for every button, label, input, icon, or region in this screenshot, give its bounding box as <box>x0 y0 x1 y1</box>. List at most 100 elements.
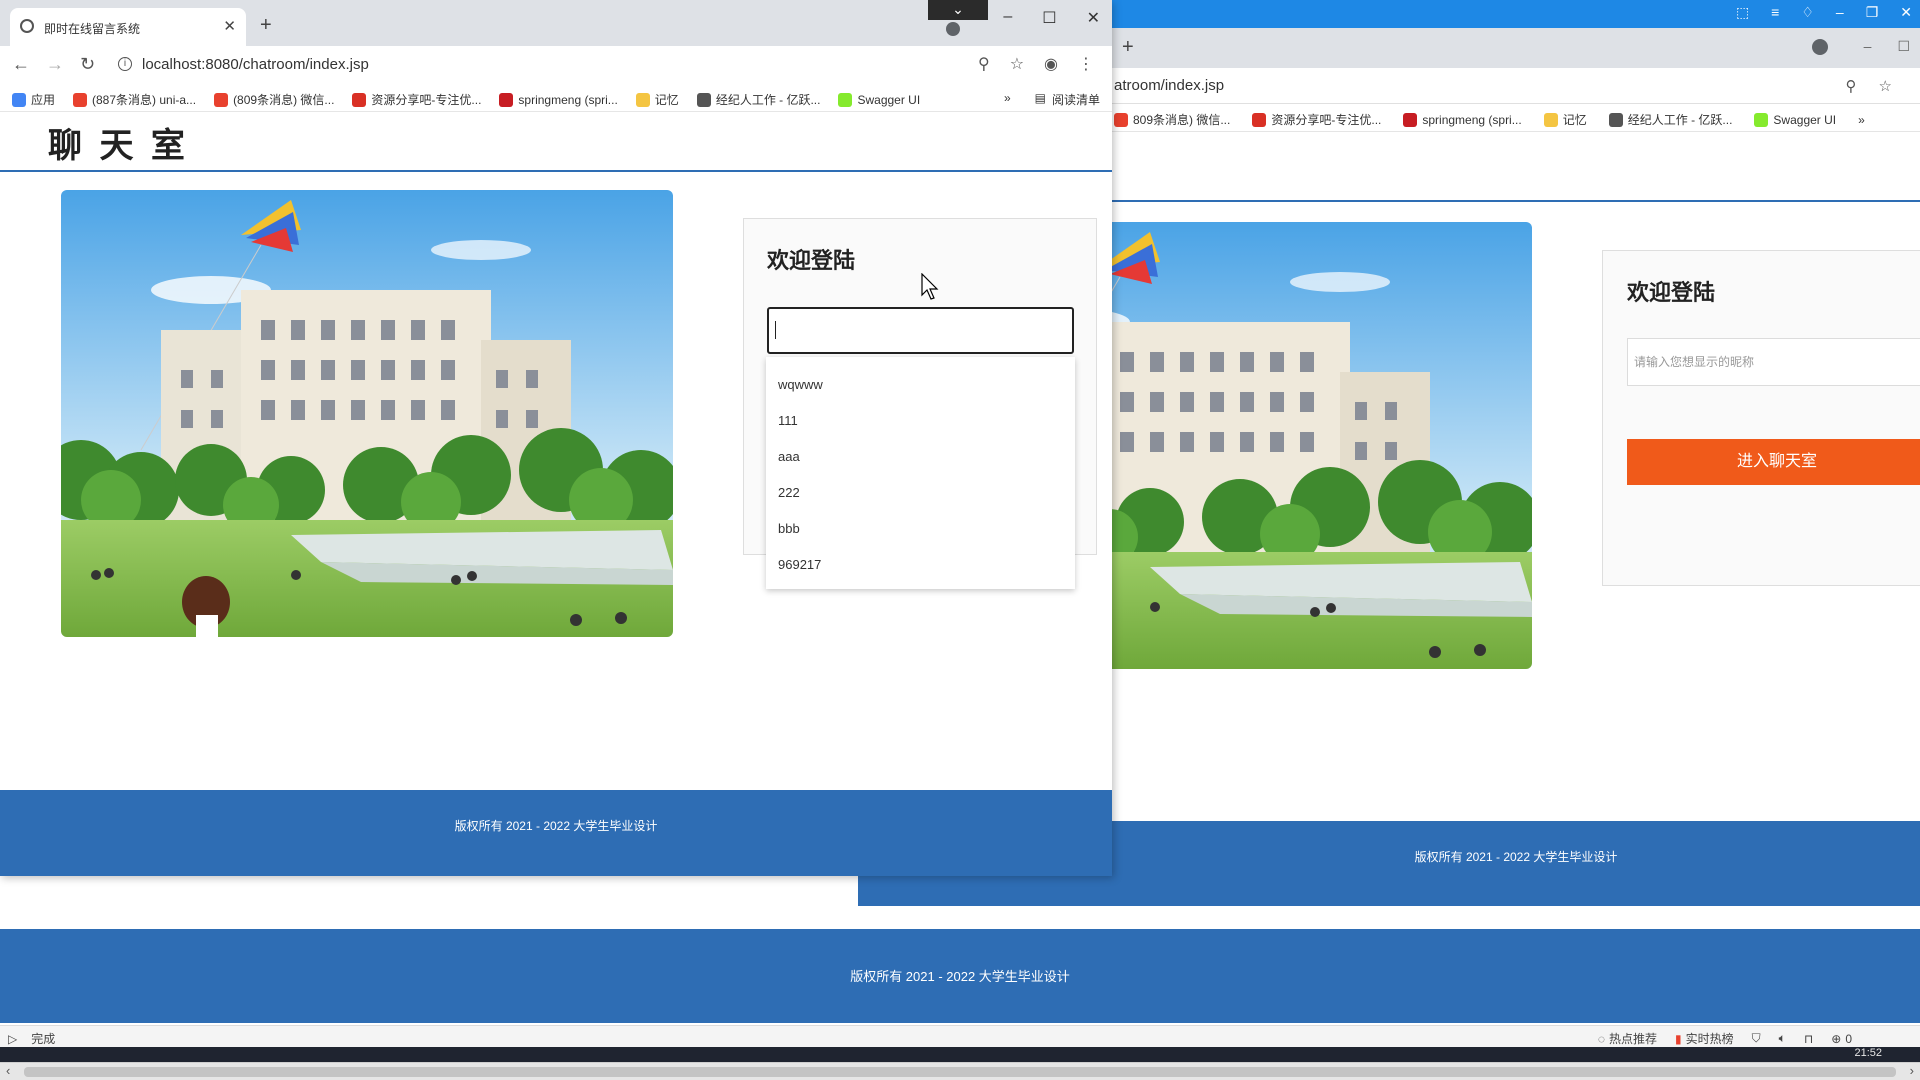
chevron-down-icon[interactable]: ⌄ <box>928 0 988 20</box>
tab-search-icon[interactable] <box>946 22 960 36</box>
background-campus-image <box>1112 222 1532 669</box>
scroll-left-icon[interactable]: ‹ <box>6 1063 10 1078</box>
bookmark-item[interactable]: 经纪人工作 - 亿跃... <box>1608 111 1732 128</box>
mouse-cursor-icon <box>921 273 939 300</box>
bookmark-item[interactable]: Swagger UI <box>838 91 920 108</box>
autocomplete-option[interactable]: bbb <box>766 511 1075 547</box>
lock-icon[interactable]: ⊓ <box>1804 1032 1813 1046</box>
tab-close-icon[interactable]: ✕ <box>223 17 236 35</box>
background-tabstrip: + – ☐ <box>1112 28 1920 68</box>
zoom-icon[interactable]: ⚲ <box>1846 77 1857 95</box>
bookmark-label: springmeng (spri... <box>1422 112 1522 127</box>
campus-image <box>61 190 673 637</box>
new-tab-button[interactable]: + <box>1122 36 1134 59</box>
bookmark-item[interactable]: 记忆 <box>1543 111 1587 128</box>
shirt-icon[interactable]: ♢ <box>1801 4 1814 21</box>
minimize-icon[interactable]: – <box>1003 8 1012 28</box>
login-title: 欢迎登陆 <box>767 248 856 273</box>
bookmarks-overflow-icon[interactable]: » <box>1858 111 1865 128</box>
profile-avatar-icon[interactable]: ◉ <box>1044 54 1058 74</box>
reading-list-label: 阅读清单 <box>1051 93 1100 107</box>
bookmark-item[interactable]: 应用 <box>12 91 55 108</box>
page-header: 聊 天 室 <box>0 112 1112 172</box>
more-menu-icon[interactable]: ⋮ <box>1078 54 1094 74</box>
bookmark-item[interactable]: 809条消息) 微信... <box>1114 111 1230 128</box>
close-icon[interactable]: ✕ <box>1900 4 1912 21</box>
background-browser-window[interactable]: ⬚ ≡ ♢ – ❐ ✕ + – ☐ atroom/index.jsp ⚲ ☆ 8… <box>858 0 1920 906</box>
bookmark-item[interactable]: 记忆 <box>635 91 679 108</box>
back-arrow-icon[interactable]: ← <box>12 54 30 75</box>
address-url[interactable]: localhost:8080/chatroom/index.jsp <box>142 56 369 73</box>
bookmark-label: 809条消息) 微信... <box>1133 113 1231 127</box>
download-icon: ⊕ <box>1831 1031 1842 1046</box>
autocomplete-option[interactable]: aaa <box>766 439 1075 475</box>
front-browser-window[interactable]: 即时在线留言系统 ✕ + ⌄ – ☐ ✕ ← → ↻ i localhost:8… <box>0 0 1112 876</box>
bookmark-item[interactable]: springmeng (spri... <box>1403 111 1522 128</box>
bookmark-star-icon[interactable]: ☆ <box>1879 77 1892 95</box>
speaker-icon[interactable]: 🔈︎ <box>1779 1031 1786 1046</box>
realtime-hot-icon: ▮ <box>1675 1031 1682 1046</box>
footer-extension <box>858 876 1112 906</box>
autocomplete-option[interactable]: 969217 <box>766 547 1075 583</box>
page-footer: 版权所有 2021 - 2022 大学生毕业设计 <box>0 790 1112 876</box>
horizontal-scrollbar[interactable]: ‹ › <box>0 1062 1920 1080</box>
minimize-icon[interactable]: – <box>1836 4 1844 21</box>
sidebar-toggle-icon[interactable]: ▷ <box>8 1032 17 1046</box>
nickname-input[interactable] <box>767 307 1074 354</box>
bookmark-star-icon[interactable]: ☆ <box>1010 54 1024 74</box>
footer-text: 版权所有 2021 - 2022 大学生毕业设计 <box>1414 850 1618 864</box>
enter-chatroom-button[interactable]: 进入聊天室 <box>1627 439 1920 485</box>
close-window-icon[interactable]: ✕ <box>1087 8 1100 28</box>
restore-icon[interactable]: ❐ <box>1866 4 1879 21</box>
address-bar: ← → ↻ i localhost:8080/chatroom/index.js… <box>0 46 1112 84</box>
bookmarks-overflow-icon[interactable]: » <box>1004 91 1011 108</box>
bookmark-label: Swagger UI <box>857 92 921 107</box>
swagger-icon <box>1754 112 1769 127</box>
maximize-icon[interactable]: ☐ <box>1897 38 1910 55</box>
forward-arrow-icon[interactable]: → <box>46 54 64 75</box>
menu-icon[interactable]: ≡ <box>1771 4 1779 21</box>
bookmark-item[interactable]: Swagger UI <box>1754 111 1836 128</box>
reading-list-button[interactable]: » ▤ 阅读清单 <box>1004 91 1100 108</box>
autocomplete-option[interactable]: wqwww <box>766 367 1075 403</box>
autocomplete-option[interactable]: 222 <box>766 475 1075 511</box>
zoom-icon[interactable]: ⚲ <box>978 54 990 74</box>
minimize-icon[interactable]: – <box>1864 38 1872 55</box>
bookmark-item[interactable]: (887条消息) uni-a... <box>73 91 196 108</box>
site-logo: 聊 天 室 <box>48 127 189 165</box>
background-page-header <box>1112 132 1920 202</box>
download-button[interactable]: ⊕ 0 <box>1831 1032 1852 1046</box>
shield-icon[interactable]: ⛉ <box>1752 1031 1761 1046</box>
bookmark-item[interactable]: 资源分享吧-专注优... <box>1252 111 1381 128</box>
bookmark-item[interactable]: 资源分享吧-专注优... <box>352 91 481 108</box>
tab-chatroom[interactable]: 即时在线留言系统 ✕ <box>10 8 246 46</box>
realtime-hot-button[interactable]: ▮ 实时热榜 <box>1675 1030 1734 1047</box>
bookmark-label: 记忆 <box>1562 113 1587 127</box>
gitee-icon <box>499 92 514 107</box>
taskbar-clock: 21:52 <box>1854 1047 1882 1059</box>
maximize-icon[interactable]: ☐ <box>1042 8 1056 28</box>
csdn-icon <box>214 92 229 107</box>
hot-recommend-button[interactable]: ◌ 热点推荐 <box>1598 1030 1657 1047</box>
hot-recommend-label: 热点推荐 <box>1609 1032 1658 1046</box>
nickname-input[interactable]: 请输入您想显示的昵称 <box>1627 338 1920 386</box>
reload-icon[interactable]: ↻ <box>80 54 95 75</box>
new-tab-button[interactable]: + <box>260 14 272 37</box>
bookmark-item[interactable]: (809条消息) 微信... <box>214 91 334 108</box>
autocomplete-dropdown: wqwww 111 aaa 222 bbb 969217 <box>766 357 1075 589</box>
autocomplete-option[interactable]: 111 <box>766 403 1075 439</box>
csdn-icon <box>1114 112 1128 127</box>
background-address-bar[interactable]: atroom/index.jsp ⚲ ☆ <box>1112 68 1920 104</box>
site-info-icon[interactable]: i <box>118 57 132 71</box>
bookmark-item[interactable]: 经纪人工作 - 亿跃... <box>696 91 820 108</box>
bookmark-item[interactable]: springmeng (spri... <box>499 91 618 108</box>
address-url[interactable]: atroom/index.jsp <box>1114 77 1224 94</box>
folder-icon <box>1543 112 1558 127</box>
taskbar: 21:52 <box>0 1047 1920 1062</box>
tab-title: 即时在线留言系统 <box>44 22 141 36</box>
tab-search-icon[interactable] <box>1812 39 1828 55</box>
scrollbar-thumb[interactable] <box>24 1067 1896 1077</box>
bookmark-label: (809条消息) 微信... <box>233 93 335 107</box>
scroll-right-icon[interactable]: › <box>1910 1063 1914 1078</box>
skin-icon[interactable]: ⬚ <box>1736 4 1749 21</box>
